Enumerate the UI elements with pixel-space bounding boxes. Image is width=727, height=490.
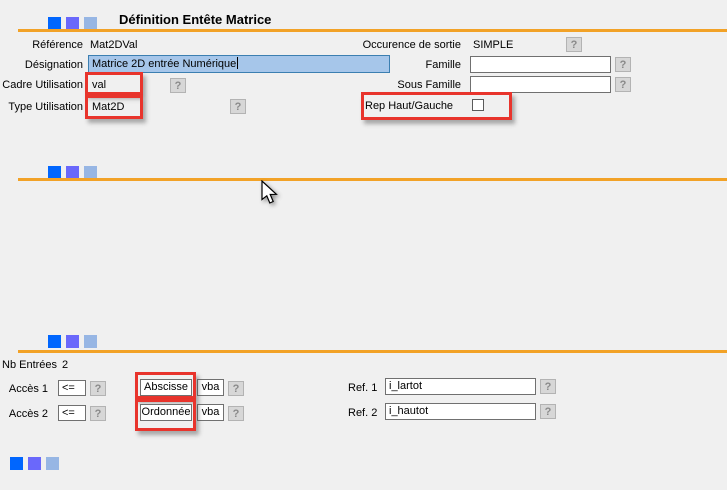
section-divider [18,29,727,32]
nb-entrees-value: 2 [62,359,68,371]
mouse-cursor [261,180,281,206]
page-title: Définition Entête Matrice [119,12,271,27]
ref-1-label: Ref. 1 [348,382,377,394]
cadre-utilisation-label: Cadre Utilisation [0,79,83,91]
acces-2-label: Accès 2 [0,408,48,420]
type-utilisation-label: Type Utilisation [0,101,83,113]
cadre-utilisation-help-button[interactable]: ? [170,78,186,93]
marker-square-icon [66,335,79,348]
section-divider [18,350,727,353]
cadre-utilisation-value: val [92,79,106,91]
acces-2-axis-input[interactable]: Ordonnée [140,404,192,421]
ref-2-input[interactable]: i_hautot [385,403,536,420]
acces-1-type-input[interactable]: vba [197,379,224,396]
acces-2-type-help-button[interactable]: ? [228,406,244,421]
definition-entete-matrice-window: { "ui": { "help_glyph": "?", "colors": {… [0,0,727,490]
sous-famille-label: Sous Famille [330,79,461,91]
marker-square-icon [84,335,97,348]
acces-1-type-help-button[interactable]: ? [228,381,244,396]
ref-2-help-button[interactable]: ? [540,404,556,419]
famille-help-button[interactable]: ? [615,57,631,72]
type-utilisation-help-button[interactable]: ? [230,99,246,114]
acces-1-axis-input[interactable]: Abscisse [140,379,192,396]
acces-2-operator-input[interactable]: <= [58,405,86,421]
ref-2-label: Ref. 2 [348,407,377,419]
sous-famille-help-button[interactable]: ? [615,77,631,92]
type-utilisation-value: Mat2D [92,101,124,113]
acces-2-type-input[interactable]: vba [197,404,224,421]
famille-label: Famille [330,59,461,71]
reference-label: Référence [0,39,83,51]
famille-input[interactable] [470,56,611,73]
nb-entrees-label: Nb Entrées [2,359,57,371]
rep-haut-gauche-label: Rep Haut/Gauche [365,100,453,112]
marker-square-icon [46,457,59,470]
acces-1-operator-input[interactable]: <= [58,380,86,396]
marker-square-icon [48,335,61,348]
acces-1-help-button[interactable]: ? [90,381,106,396]
ref-1-help-button[interactable]: ? [540,379,556,394]
occurence-sortie-label: Occurence de sortie [330,39,461,51]
designation-input-text: Matrice 2D entrée Numérique [92,58,236,70]
marker-square-icon [28,457,41,470]
occurence-sortie-value: SIMPLE [473,39,513,51]
acces-2-help-button[interactable]: ? [90,406,106,421]
occurence-sortie-help-button[interactable]: ? [566,37,582,52]
rep-haut-gauche-checkbox[interactable] [472,99,484,111]
text-caret [237,57,238,69]
reference-value: Mat2DVal [90,39,137,51]
section-divider [18,178,727,181]
marker-square-icon [10,457,23,470]
designation-label: Désignation [0,59,83,71]
ref-1-input[interactable]: i_lartot [385,378,536,395]
acces-1-label: Accès 1 [0,383,48,395]
sous-famille-input[interactable] [470,76,611,93]
